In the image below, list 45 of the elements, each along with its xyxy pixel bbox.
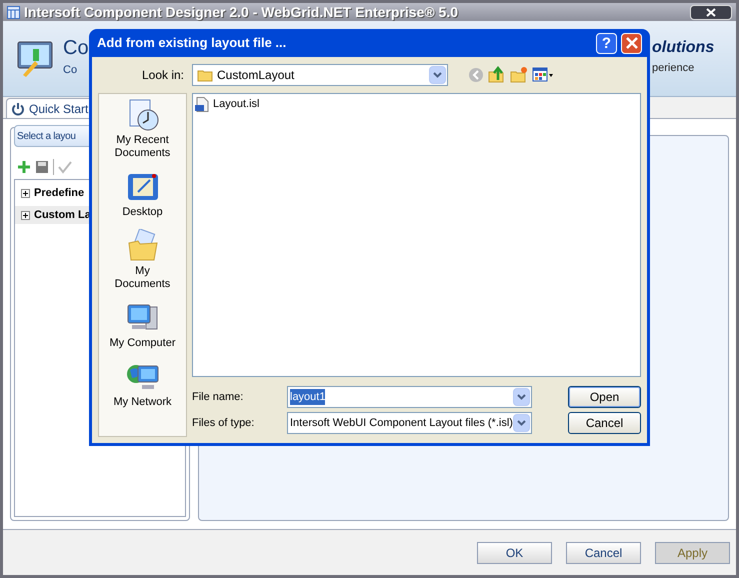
file-item[interactable]: Layout.isl [195,96,264,112]
file-type-label: Files of type: [192,416,256,431]
close-icon [706,8,716,16]
dropdown-button[interactable] [513,388,530,406]
check-icon[interactable] [58,160,72,174]
save-icon[interactable] [35,160,49,174]
dropdown-button[interactable] [513,414,530,432]
header-title: Co [63,38,89,58]
places-item[interactable]: My Network [99,360,186,409]
expand-icon[interactable] [21,210,30,220]
brand-tagline: perience [652,61,694,76]
caret-icon [433,72,442,78]
close-icon [626,37,638,49]
power-icon [11,102,25,116]
dropdown-button[interactable] [429,66,446,84]
places-item[interactable]: My Documents [99,229,186,291]
look-in-label: Look in: [140,67,185,84]
monitor-brush-icon [15,38,55,78]
header-subtitle: Co [63,63,78,78]
caret-icon [517,420,526,426]
places-item[interactable]: My Computer [99,301,186,350]
folder-icon [197,68,213,82]
file-icon [195,96,209,112]
close-button[interactable] [690,4,732,20]
new-folder-icon[interactable] [510,66,528,84]
file-name-field[interactable]: layout1 [287,386,532,408]
places-item[interactable]: My Recent Documents [99,98,186,160]
dialog-button[interactable]: OK [477,542,552,564]
folder-up-icon[interactable] [488,66,506,84]
cancel-button[interactable]: Cancel [568,412,641,434]
window-title: Intersoft Component Designer 2.0 - WebGrid.NET Enterprise® 5.0 [24,3,458,22]
caret-icon [517,394,526,400]
window-icon [7,6,20,18]
help-button[interactable]: ? [596,32,617,54]
file-type-dropdown[interactable]: Intersoft WebUI Component Layout files (*.isl) [287,412,532,434]
file-name-label: File name: [192,390,244,405]
look-in-dropdown[interactable]: CustomLayout [192,64,448,86]
brand-text: olutions [652,40,714,56]
expand-icon[interactable] [21,188,30,198]
view-menu-icon[interactable] [532,67,554,83]
folder-icon [126,229,160,263]
open-button[interactable]: Open [568,386,641,408]
dialog-title: Add from existing layout file ... [97,34,288,52]
dialog-button[interactable]: Cancel [566,542,641,564]
add-icon[interactable] [17,160,31,174]
